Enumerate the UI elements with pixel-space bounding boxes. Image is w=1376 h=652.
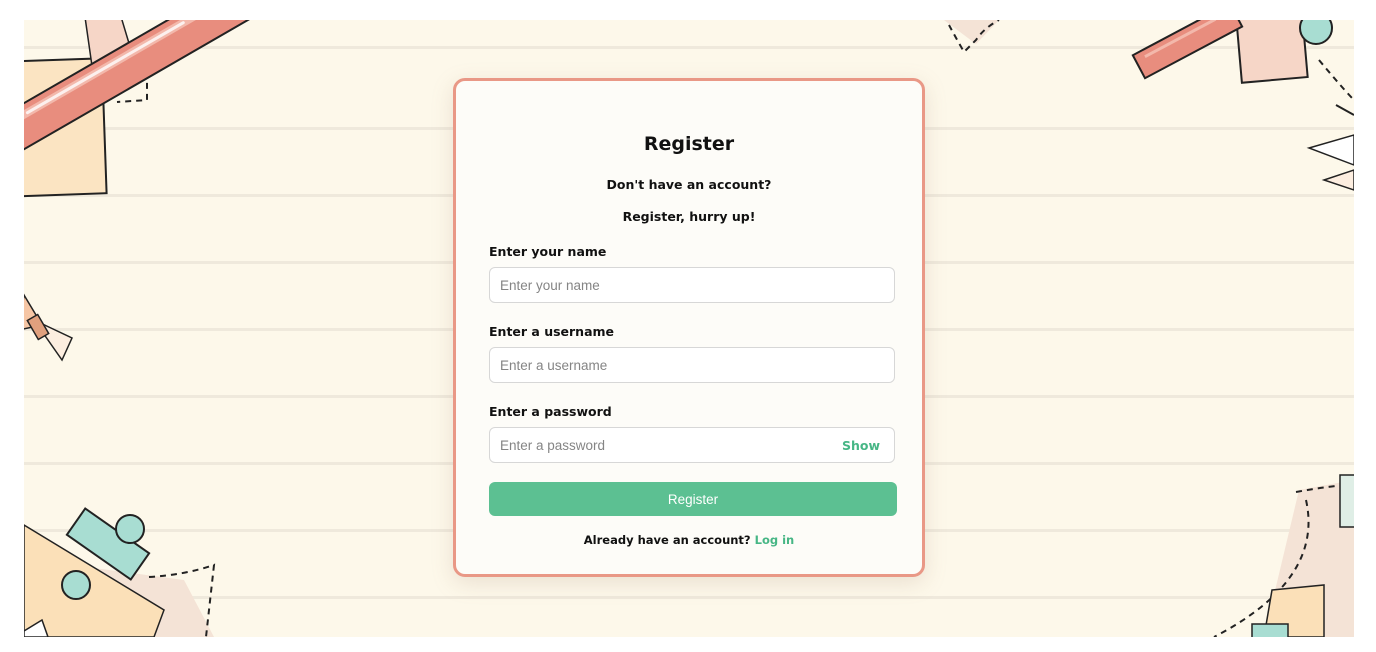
login-prompt: Already have an account? Log in [456,533,922,547]
top-center-decoration [944,20,1000,54]
bottom-right-decoration [1213,474,1354,637]
name-field[interactable] [489,267,895,303]
username-field[interactable] [489,347,895,383]
login-prompt-text: Already have an account? [583,533,751,547]
left-middle-decoration [24,293,73,362]
top-left-decoration [24,20,252,198]
login-link[interactable]: Log in [755,533,795,547]
username-label: Enter a username [489,324,615,339]
tagline: Register, hurry up! [622,209,756,224]
username-input[interactable] [490,348,830,382]
top-right-decoration [1131,20,1354,191]
register-button[interactable]: Register [489,482,897,516]
password-input[interactable] [490,428,830,462]
page-background: Register Don't have an account? Register… [24,20,1354,637]
password-field[interactable]: Show [489,427,895,463]
page-title: Register [643,133,735,155]
name-input[interactable] [490,268,830,302]
name-label: Enter your name [489,244,607,259]
register-card: Register Don't have an account? Register… [453,78,925,577]
show-password-button[interactable]: Show [842,438,880,453]
password-label: Enter a password [489,404,612,419]
subtitle: Don't have an account? [606,177,772,192]
bottom-left-decoration [24,507,216,637]
